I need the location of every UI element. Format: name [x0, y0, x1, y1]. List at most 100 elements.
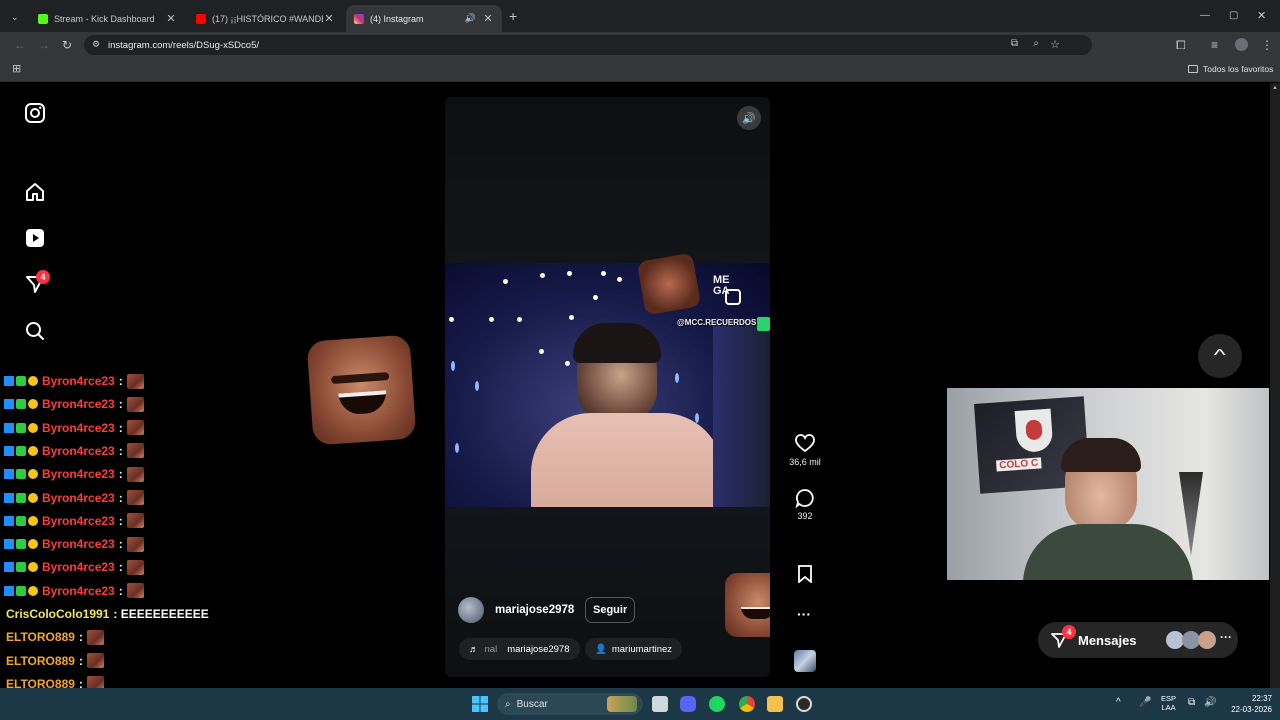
- coin-badge-icon: [28, 399, 38, 410]
- chat-message: ELTORO889:: [4, 650, 104, 672]
- like-button[interactable]: 36,6 mil: [785, 434, 825, 467]
- comment-button[interactable]: 392: [785, 488, 825, 521]
- spotify-icon[interactable]: [709, 696, 725, 712]
- tagged-user: mariumartinez: [611, 643, 673, 655]
- instagram-logo-icon[interactable]: [24, 102, 46, 124]
- reel-player[interactable]: 🔊 ME GA @MCC.RECUERDOS mariajose2978 Seg…: [445, 97, 770, 677]
- reload-icon[interactable]: ↻: [62, 39, 72, 51]
- chat-username[interactable]: Byron4rce23: [42, 584, 115, 598]
- webcam-overlay: COLO C: [947, 388, 1269, 580]
- chat-emote: [126, 396, 144, 412]
- audio-author: mariajose2978: [507, 643, 570, 655]
- windows-start-icon[interactable]: [472, 696, 488, 712]
- chat-username[interactable]: Byron4rce23: [42, 537, 115, 551]
- show-hidden-icons[interactable]: ^: [1116, 697, 1121, 708]
- close-tab-icon[interactable]: ✕: [165, 12, 177, 25]
- reel-video[interactable]: ME GA @MCC.RECUERDOS: [445, 263, 770, 507]
- taskbar-search[interactable]: ⌕ Buscar: [497, 693, 643, 715]
- audio-cover-thumbnail[interactable]: [794, 650, 816, 672]
- network-icon[interactable]: ⧉: [1188, 697, 1195, 708]
- bookmark-star-icon[interactable]: ☆: [1050, 38, 1060, 51]
- chat-text: :: [118, 583, 123, 598]
- page-scrollbar[interactable]: ▲: [1270, 83, 1280, 688]
- more-options-icon[interactable]: ···: [797, 606, 811, 622]
- scroll-up-button[interactable]: ^: [1198, 334, 1242, 378]
- file-explorer-icon[interactable]: [767, 696, 783, 712]
- audio-chip[interactable]: ♬ nal mariajose2978: [459, 638, 580, 660]
- tab-search-icon[interactable]: ⌄: [11, 11, 19, 23]
- bookmarks-bar: ⊞ Todos los favoritos: [0, 58, 1280, 82]
- tab-instagram[interactable]: (4) Instagram 🔊 ✕: [346, 5, 502, 32]
- close-tab-icon[interactable]: ✕: [482, 12, 494, 25]
- sub-badge-icon: [4, 422, 14, 433]
- clock[interactable]: 22:37 22-03-2026: [1222, 693, 1272, 715]
- coin-badge-icon: [28, 515, 38, 526]
- tab-audio-icon[interactable]: 🔊: [465, 13, 476, 24]
- tab-groups-icon[interactable]: ≡: [1211, 39, 1218, 51]
- obs-icon[interactable]: [796, 696, 812, 712]
- extensions-icon[interactable]: ⧠: [1176, 39, 1186, 51]
- chat-username[interactable]: Byron4rce23: [42, 560, 115, 574]
- tab-youtube[interactable]: (17) ¡¡HISTÓRICO #WANDERERS ✕: [188, 5, 343, 32]
- clock-time: 22:37: [1251, 694, 1272, 703]
- volume-icon[interactable]: 🔊: [1204, 697, 1216, 708]
- new-tab-icon[interactable]: +: [509, 9, 517, 23]
- coin-badge-icon: [28, 539, 38, 550]
- search-icon[interactable]: [24, 320, 46, 342]
- discord-icon[interactable]: [680, 696, 696, 712]
- home-icon[interactable]: [24, 181, 46, 203]
- tagged-user-chip[interactable]: 👤 mariumartinez: [585, 638, 683, 660]
- microphone-icon[interactable]: 🎤: [1139, 697, 1151, 708]
- tab-kick-dashboard[interactable]: Stream - Kick Dashboard ✕: [30, 5, 185, 32]
- address-bar[interactable]: ⚙ instagram.com/reels/DSug-xSDco5/ ⧉ ⌕ ☆: [84, 35, 1092, 55]
- minimize-icon[interactable]: —: [1200, 10, 1210, 22]
- chrome-icon[interactable]: [739, 696, 755, 712]
- audio-prefix: nal: [484, 643, 498, 655]
- language-indicator[interactable]: ESP LAA: [1161, 694, 1176, 712]
- zoom-icon[interactable]: ⌕: [1033, 38, 1039, 49]
- chat-text: :: [78, 630, 83, 645]
- chat-username[interactable]: ELTORO889: [6, 654, 75, 668]
- sub-badge-icon: [4, 562, 14, 573]
- chat-username[interactable]: CrisColoColo1991: [6, 607, 109, 621]
- chat-username[interactable]: Byron4rce23: [42, 444, 115, 458]
- chat-username[interactable]: Byron4rce23: [42, 374, 115, 388]
- comment-icon: [795, 489, 814, 509]
- speaker-icon: 🔊: [742, 112, 756, 125]
- maximize-icon[interactable]: ▢: [1229, 10, 1238, 22]
- messages-pill-button[interactable]: 4 Mensajes ···: [1038, 622, 1238, 658]
- follow-button[interactable]: Seguir: [585, 597, 636, 623]
- language-bottom: LAA: [1161, 703, 1176, 712]
- chat-text: :: [118, 537, 123, 552]
- chat-text: :: [118, 467, 123, 482]
- menu-kebab-icon[interactable]: ⋮: [1261, 39, 1273, 51]
- profile-avatar[interactable]: [1235, 38, 1248, 51]
- audio-toggle-button[interactable]: 🔊: [737, 106, 761, 130]
- site-info-icon[interactable]: ⚙: [92, 39, 100, 50]
- close-window-icon[interactable]: ✕: [1257, 10, 1266, 22]
- chat-emote: [126, 466, 144, 482]
- chat-username[interactable]: ELTORO889: [6, 630, 75, 644]
- reels-icon[interactable]: [24, 227, 46, 249]
- bookmarks-folder[interactable]: Todos los favoritos: [1188, 64, 1273, 74]
- author-username[interactable]: mariajose2978: [495, 604, 574, 616]
- chat-username[interactable]: Byron4rce23: [42, 467, 115, 481]
- language-top: ESP: [1161, 694, 1177, 703]
- person-body: [531, 413, 723, 507]
- more-dots-icon: ···: [1220, 630, 1232, 644]
- task-view-icon[interactable]: [652, 696, 668, 712]
- overlay-camera-icon: [725, 289, 741, 305]
- back-icon[interactable]: ←: [14, 39, 26, 51]
- close-tab-icon[interactable]: ✕: [323, 12, 335, 25]
- apps-grid-icon[interactable]: ⊞: [12, 63, 21, 75]
- forward-icon[interactable]: →: [38, 39, 50, 51]
- chat-text: :: [78, 653, 83, 668]
- install-app-icon[interactable]: ⧉: [1011, 38, 1018, 49]
- chat-username[interactable]: Byron4rce23: [42, 514, 115, 528]
- chat-username[interactable]: Byron4rce23: [42, 421, 115, 435]
- save-bookmark-icon[interactable]: [796, 565, 814, 583]
- author-avatar[interactable]: [458, 597, 484, 623]
- chat-emote: [126, 513, 144, 529]
- chat-username[interactable]: Byron4rce23: [42, 397, 115, 411]
- chat-username[interactable]: Byron4rce23: [42, 491, 115, 505]
